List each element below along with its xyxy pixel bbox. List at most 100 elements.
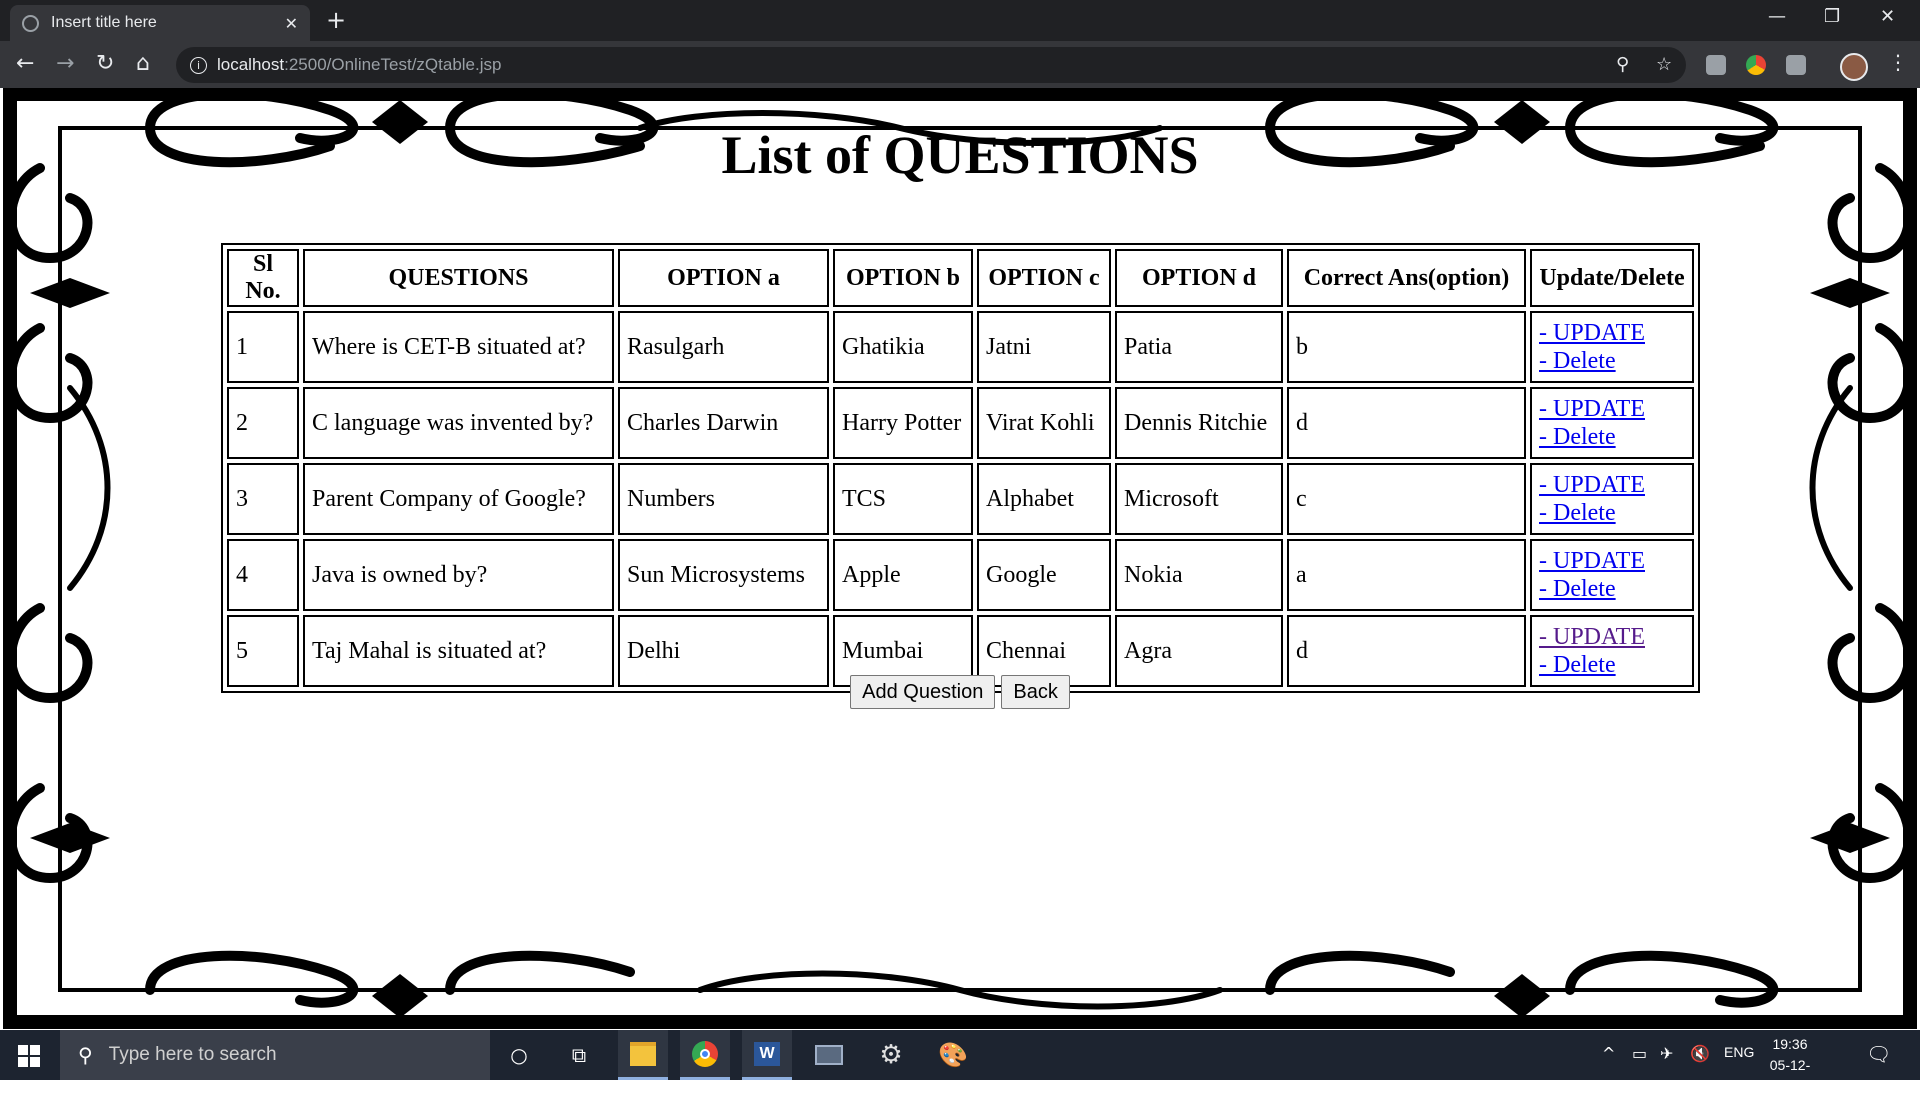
cell-option-d: Nokia — [1115, 539, 1283, 611]
cell-option-c: Alphabet — [977, 463, 1111, 535]
column-header: OPTION a — [618, 249, 829, 307]
update-link[interactable]: - UPDATE — [1539, 471, 1685, 499]
update-link[interactable]: - UPDATE — [1539, 547, 1685, 575]
volume-muted-icon[interactable]: 🔇 — [1690, 1044, 1710, 1063]
cell-sl-no: 1 — [227, 311, 299, 383]
column-header: OPTION d — [1115, 249, 1283, 307]
chrome-logo-icon — [692, 1040, 718, 1067]
cell-sl-no: 2 — [227, 387, 299, 459]
taskbar-search-box[interactable]: ⚲ Type here to search — [60, 1030, 490, 1080]
address-bar[interactable]: i localhost:2500/OnlineTest/zQtable.jsp … — [176, 47, 1686, 83]
app-window-taskbar-icon[interactable] — [804, 1030, 854, 1080]
airplane-mode-icon[interactable]: ✈ — [1660, 1044, 1673, 1063]
word-taskbar-icon[interactable]: W — [742, 1030, 792, 1080]
window-close-icon[interactable]: ✕ — [1880, 6, 1895, 27]
site-info-icon[interactable]: i — [190, 56, 207, 74]
file-explorer-icon[interactable] — [618, 1030, 668, 1080]
table-row: 2 C language was invented by? Charles Da… — [227, 387, 1694, 459]
column-header: Correct Ans(option) — [1287, 249, 1526, 307]
column-header: Sl No. — [227, 249, 299, 307]
cell-option-d: Microsoft — [1115, 463, 1283, 535]
notifications-icon[interactable]: 🗨 — [1866, 1042, 1891, 1066]
update-link[interactable]: - UPDATE — [1539, 623, 1685, 651]
new-tab-icon[interactable]: + — [326, 6, 346, 34]
zoom-icon[interactable]: ⚲ — [1616, 54, 1629, 75]
column-header: OPTION b — [833, 249, 973, 307]
chrome-taskbar-icon[interactable] — [680, 1030, 730, 1080]
add-question-button[interactable]: Add Question — [850, 675, 996, 709]
browser-tab-strip: Insert title here ✕ + — ❐ ✕ — [0, 0, 1920, 41]
extension-shield-icon[interactable] — [1786, 55, 1806, 75]
back-arrow-icon[interactable]: ← — [16, 51, 34, 76]
cell-option-a: Numbers — [618, 463, 829, 535]
forward-arrow-icon[interactable]: → — [56, 51, 74, 76]
column-header: OPTION c — [977, 249, 1111, 307]
cell-option-b: TCS — [833, 463, 973, 535]
palette-icon: 🎨 — [938, 1041, 968, 1069]
gear-icon: ⚙ — [879, 1040, 903, 1070]
browser-toolbar: ← → ↻ ⌂ i localhost:2500/OnlineTest/zQta… — [0, 41, 1920, 88]
cell-option-d: Dennis Ritchie — [1115, 387, 1283, 459]
update-link[interactable]: - UPDATE — [1539, 395, 1685, 423]
cell-question: Parent Company of Google? — [303, 463, 614, 535]
window-thumbnail-icon — [815, 1045, 843, 1065]
profile-avatar[interactable] — [1840, 53, 1868, 81]
home-icon[interactable]: ⌂ — [136, 51, 150, 76]
cell-correct-answer: c — [1287, 463, 1526, 535]
reload-icon[interactable]: ↻ — [96, 51, 114, 76]
cell-option-d: Patia — [1115, 311, 1283, 383]
url-path: :2500/OnlineTest/zQtable.jsp — [284, 55, 502, 74]
tab-title: Insert title here — [51, 14, 157, 31]
battery-icon[interactable]: ▭ — [1632, 1044, 1647, 1063]
cell-question: Where is CET-B situated at? — [303, 311, 614, 383]
table-row: 1 Where is CET-B situated at? Rasulgarh … — [227, 311, 1694, 383]
extension-chrome-icon[interactable] — [1746, 55, 1766, 75]
browser-tab[interactable]: Insert title here ✕ — [10, 5, 310, 41]
restore-icon[interactable]: ❐ — [1824, 6, 1840, 27]
tab-close-icon[interactable]: ✕ — [285, 14, 298, 33]
cell-sl-no: 3 — [227, 463, 299, 535]
minimize-icon[interactable]: — — [1768, 6, 1786, 27]
update-link[interactable]: - UPDATE — [1539, 319, 1685, 347]
cell-option-c: Virat Kohli — [977, 387, 1111, 459]
extension-location-icon[interactable] — [1706, 55, 1726, 75]
cell-actions: - UPDATE - Delete — [1530, 539, 1694, 611]
table-row: 4 Java is owned by? Sun Microsystems App… — [227, 539, 1694, 611]
cell-actions: - UPDATE - Delete — [1530, 311, 1694, 383]
cell-correct-answer: a — [1287, 539, 1526, 611]
cell-question: C language was invented by? — [303, 387, 614, 459]
cell-option-a: Rasulgarh — [618, 311, 829, 383]
delete-link[interactable]: - Delete — [1539, 347, 1685, 375]
word-logo-icon: W — [754, 1041, 780, 1066]
task-view-icon[interactable]: ⧉ — [564, 1040, 594, 1070]
bookmark-star-icon[interactable]: ☆ — [1656, 54, 1672, 75]
cell-option-b: Ghatikia — [833, 311, 973, 383]
windows-start-icon[interactable] — [18, 1045, 40, 1067]
paint-taskbar-icon[interactable]: 🎨 — [928, 1030, 978, 1080]
column-header: QUESTIONS — [303, 249, 614, 307]
delete-link[interactable]: - Delete — [1539, 575, 1685, 603]
input-language[interactable]: ENG — [1724, 1044, 1754, 1060]
url-host: localhost — [217, 55, 285, 74]
settings-gear-taskbar-icon[interactable]: ⚙ — [866, 1030, 916, 1080]
cell-option-a: Sun Microsystems — [618, 539, 829, 611]
cell-sl-no: 4 — [227, 539, 299, 611]
cortana-icon[interactable]: ○ — [504, 1040, 534, 1070]
back-button[interactable]: Back — [1001, 675, 1070, 709]
cell-option-b: Apple — [833, 539, 973, 611]
delete-link[interactable]: - Delete — [1539, 423, 1685, 451]
show-hidden-icons-icon[interactable]: ^ — [1602, 1044, 1615, 1063]
page-favicon-icon — [22, 14, 39, 32]
cell-actions: - UPDATE - Delete — [1530, 387, 1694, 459]
clock-date: 05-12-2019 — [1769, 1057, 1811, 1094]
search-placeholder: Type here to search — [108, 1044, 277, 1065]
windows-taskbar: ⚲ Type here to search ○ ⧉ W ⚙ 🎨 ^ ▭ ✈ 🔇 … — [0, 1030, 1920, 1094]
system-clock[interactable]: 19:36 05-12-2019 — [1760, 1034, 1820, 1097]
browser-menu-icon[interactable]: ⋮ — [1888, 50, 1908, 74]
delete-link[interactable]: - Delete — [1539, 499, 1685, 527]
cell-correct-answer: b — [1287, 311, 1526, 383]
cell-option-c: Jatni — [977, 311, 1111, 383]
questions-table: Sl No. QUESTIONS OPTION a OPTION b OPTIO… — [221, 243, 1700, 693]
cell-actions: - UPDATE - Delete — [1530, 463, 1694, 535]
cell-option-c: Google — [977, 539, 1111, 611]
